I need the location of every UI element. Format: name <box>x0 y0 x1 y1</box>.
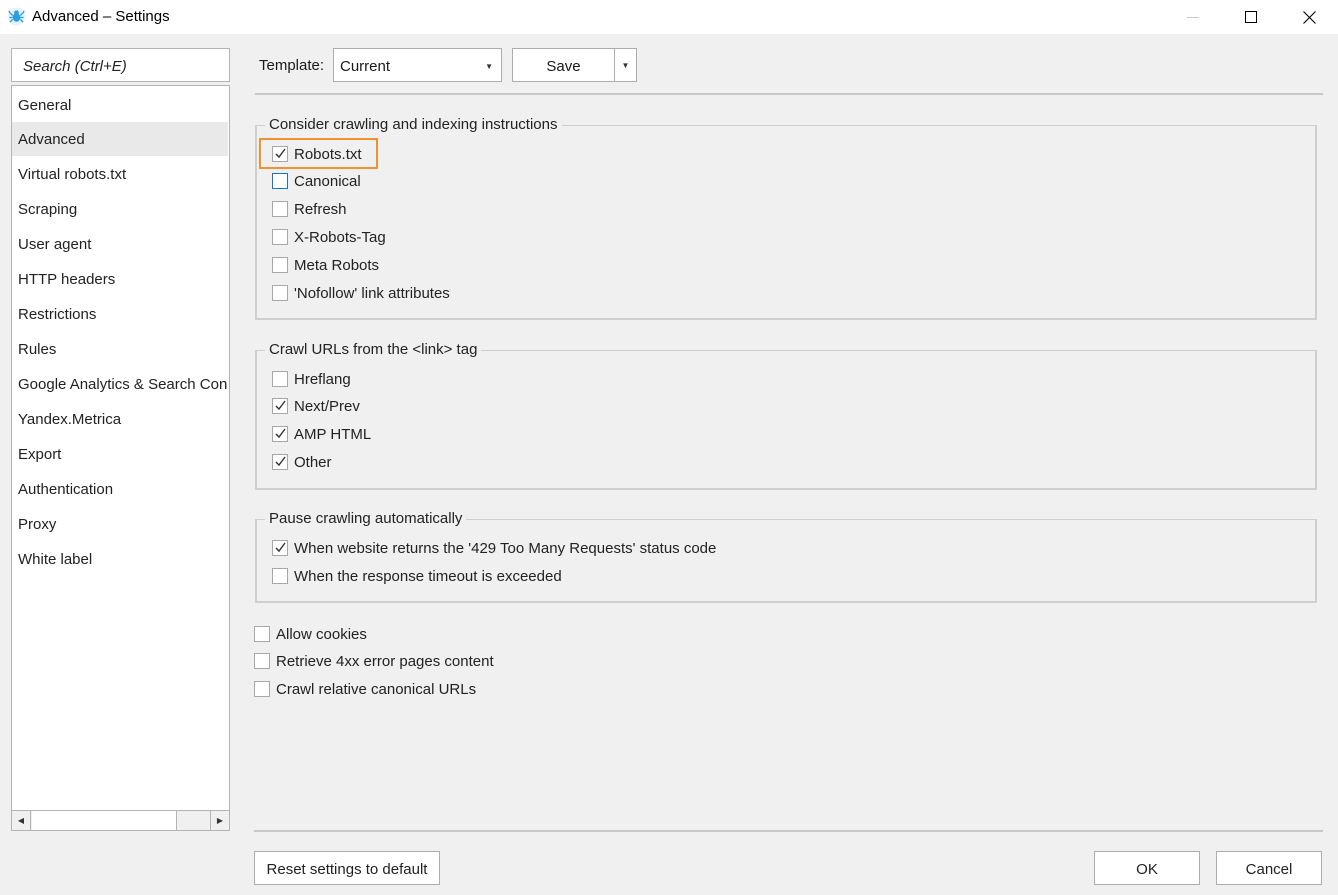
settings-nav-list: General Advanced Virtual robots.txt Scra… <box>11 85 230 831</box>
checkbox-label: X-Robots-Tag <box>294 228 386 246</box>
group-legend: Pause crawling automatically <box>265 510 467 527</box>
checkbox-next-prev[interactable]: Next/Prev <box>272 395 360 417</box>
checkbox-allow-cookies[interactable]: Allow cookies <box>254 623 367 645</box>
checkbox-label: Other <box>294 453 332 471</box>
checkbox-label: 'Nofollow' link attributes <box>294 284 450 302</box>
checkbox-unchecked[interactable] <box>272 229 288 245</box>
group-link-tag: Crawl URLs from the <link> tag <box>255 341 1317 490</box>
checkbox-robots-txt[interactable]: Robots.txt <box>272 143 362 165</box>
checkmark-icon <box>275 542 286 553</box>
reset-settings-button[interactable]: Reset settings to default <box>254 851 440 885</box>
sidebar-item-advanced[interactable]: Advanced <box>12 122 228 156</box>
sidebar-item-virtual-robots[interactable]: Virtual robots.txt <box>12 157 228 191</box>
ok-button[interactable]: OK <box>1094 851 1200 885</box>
chevron-down-icon: ▼ <box>621 61 630 70</box>
checkbox-label: Retrieve 4xx error pages content <box>276 652 494 670</box>
checkbox-retrieve-4xx[interactable]: Retrieve 4xx error pages content <box>254 650 494 672</box>
checkbox-unchecked[interactable] <box>254 653 270 669</box>
sidebar-item-rules[interactable]: Rules <box>12 332 228 366</box>
checkbox-unchecked[interactable] <box>272 568 288 584</box>
sidebar-item-yandex-metrica[interactable]: Yandex.Metrica <box>12 402 228 436</box>
chevron-down-icon: ▼ <box>485 62 493 71</box>
template-select[interactable]: Current ▼ <box>333 48 502 82</box>
sidebar-item-general[interactable]: General <box>12 88 228 122</box>
cancel-button[interactable]: Cancel <box>1216 851 1322 885</box>
close-icon <box>1302 10 1316 24</box>
checkmark-icon <box>275 400 286 411</box>
checkbox-response-timeout[interactable]: When the response timeout is exceeded <box>272 565 562 587</box>
scroll-right-icon[interactable]: ▶ <box>210 811 229 830</box>
checkmark-icon <box>275 148 286 159</box>
checkbox-label: Allow cookies <box>276 625 367 643</box>
checkbox-amp-html[interactable]: AMP HTML <box>272 423 371 445</box>
save-button[interactable]: Save <box>512 48 614 82</box>
checkbox-checked[interactable] <box>272 426 288 442</box>
minimize-icon <box>1187 16 1199 18</box>
checkbox-unchecked[interactable] <box>272 173 288 189</box>
group-pause-crawling: Pause crawling automatically <box>255 510 1317 603</box>
sidebar-item-authentication[interactable]: Authentication <box>12 472 228 506</box>
checkbox-relative-canonical[interactable]: Crawl relative canonical URLs <box>254 678 476 700</box>
template-label: Template: <box>259 57 325 74</box>
toolbar-divider <box>255 93 1323 95</box>
checkbox-checked[interactable] <box>272 540 288 556</box>
spider-logo-icon <box>7 7 26 26</box>
checkbox-label: Crawl relative canonical URLs <box>276 680 477 698</box>
checkbox-nofollow[interactable]: 'Nofollow' link attributes <box>272 282 450 304</box>
window-title: Advanced – Settings <box>32 8 170 25</box>
checkbox-unchecked[interactable] <box>272 285 288 301</box>
checkbox-label: Robots.txt <box>294 145 362 163</box>
checkbox-unchecked[interactable] <box>272 257 288 273</box>
checkbox-checked[interactable] <box>272 454 288 470</box>
save-options-dropdown[interactable]: ▼ <box>614 48 637 82</box>
close-button[interactable] <box>1280 0 1338 34</box>
checkbox-checked[interactable] <box>272 146 288 162</box>
checkbox-checked[interactable] <box>272 398 288 414</box>
footer-divider <box>254 830 1323 832</box>
scroll-left-icon[interactable]: ◀ <box>12 811 31 830</box>
sidebar-item-restrictions[interactable]: Restrictions <box>12 297 228 331</box>
checkbox-label: Next/Prev <box>294 397 360 415</box>
checkbox-unchecked[interactable] <box>272 201 288 217</box>
maximize-button[interactable] <box>1222 0 1280 34</box>
checkbox-x-robots-tag[interactable]: X-Robots-Tag <box>272 226 386 248</box>
scrollbar-thumb[interactable] <box>32 811 177 830</box>
template-value: Current <box>340 58 391 75</box>
sidebar-item-user-agent[interactable]: User agent <box>12 227 228 261</box>
checkbox-label: Hreflang <box>294 370 351 388</box>
group-legend: Consider crawling and indexing instructi… <box>265 116 562 133</box>
sidebar-item-white-label[interactable]: White label <box>12 542 228 576</box>
sidebar-item-http-headers[interactable]: HTTP headers <box>12 262 228 296</box>
title-bar: Advanced – Settings <box>0 0 1338 34</box>
horizontal-scrollbar[interactable]: ◀ ▶ <box>12 810 229 830</box>
checkbox-label: Canonical <box>294 172 361 190</box>
checkbox-unchecked[interactable] <box>254 681 270 697</box>
checkbox-refresh[interactable]: Refresh <box>272 198 347 220</box>
minimize-button[interactable] <box>1164 0 1222 34</box>
maximize-icon <box>1245 11 1257 23</box>
checkbox-unchecked[interactable] <box>254 626 270 642</box>
checkbox-meta-robots[interactable]: Meta Robots <box>272 254 379 276</box>
checkmark-icon <box>275 456 286 467</box>
checkbox-other[interactable]: Other <box>272 451 332 473</box>
checkbox-label: When website returns the '429 Too Many R… <box>294 539 717 557</box>
checkbox-label: AMP HTML <box>294 425 372 443</box>
checkbox-canonical[interactable]: Canonical <box>272 170 361 192</box>
sidebar-item-google-analytics[interactable]: Google Analytics & Search Console <box>12 367 228 401</box>
sidebar-item-export[interactable]: Export <box>12 437 228 471</box>
checkbox-hreflang[interactable]: Hreflang <box>272 368 351 390</box>
checkbox-429-too-many-requests[interactable]: When website returns the '429 Too Many R… <box>272 537 716 559</box>
group-legend: Crawl URLs from the <link> tag <box>265 341 482 358</box>
settings-search-input[interactable]: Search (Ctrl+E) <box>11 48 230 82</box>
checkbox-label: When the response timeout is exceeded <box>294 567 562 585</box>
checkbox-label: Refresh <box>294 200 347 218</box>
checkmark-icon <box>275 428 286 439</box>
sidebar-item-proxy[interactable]: Proxy <box>12 507 228 541</box>
checkbox-unchecked[interactable] <box>272 371 288 387</box>
sidebar-item-scraping[interactable]: Scraping <box>12 192 228 226</box>
checkbox-label: Meta Robots <box>294 256 380 274</box>
